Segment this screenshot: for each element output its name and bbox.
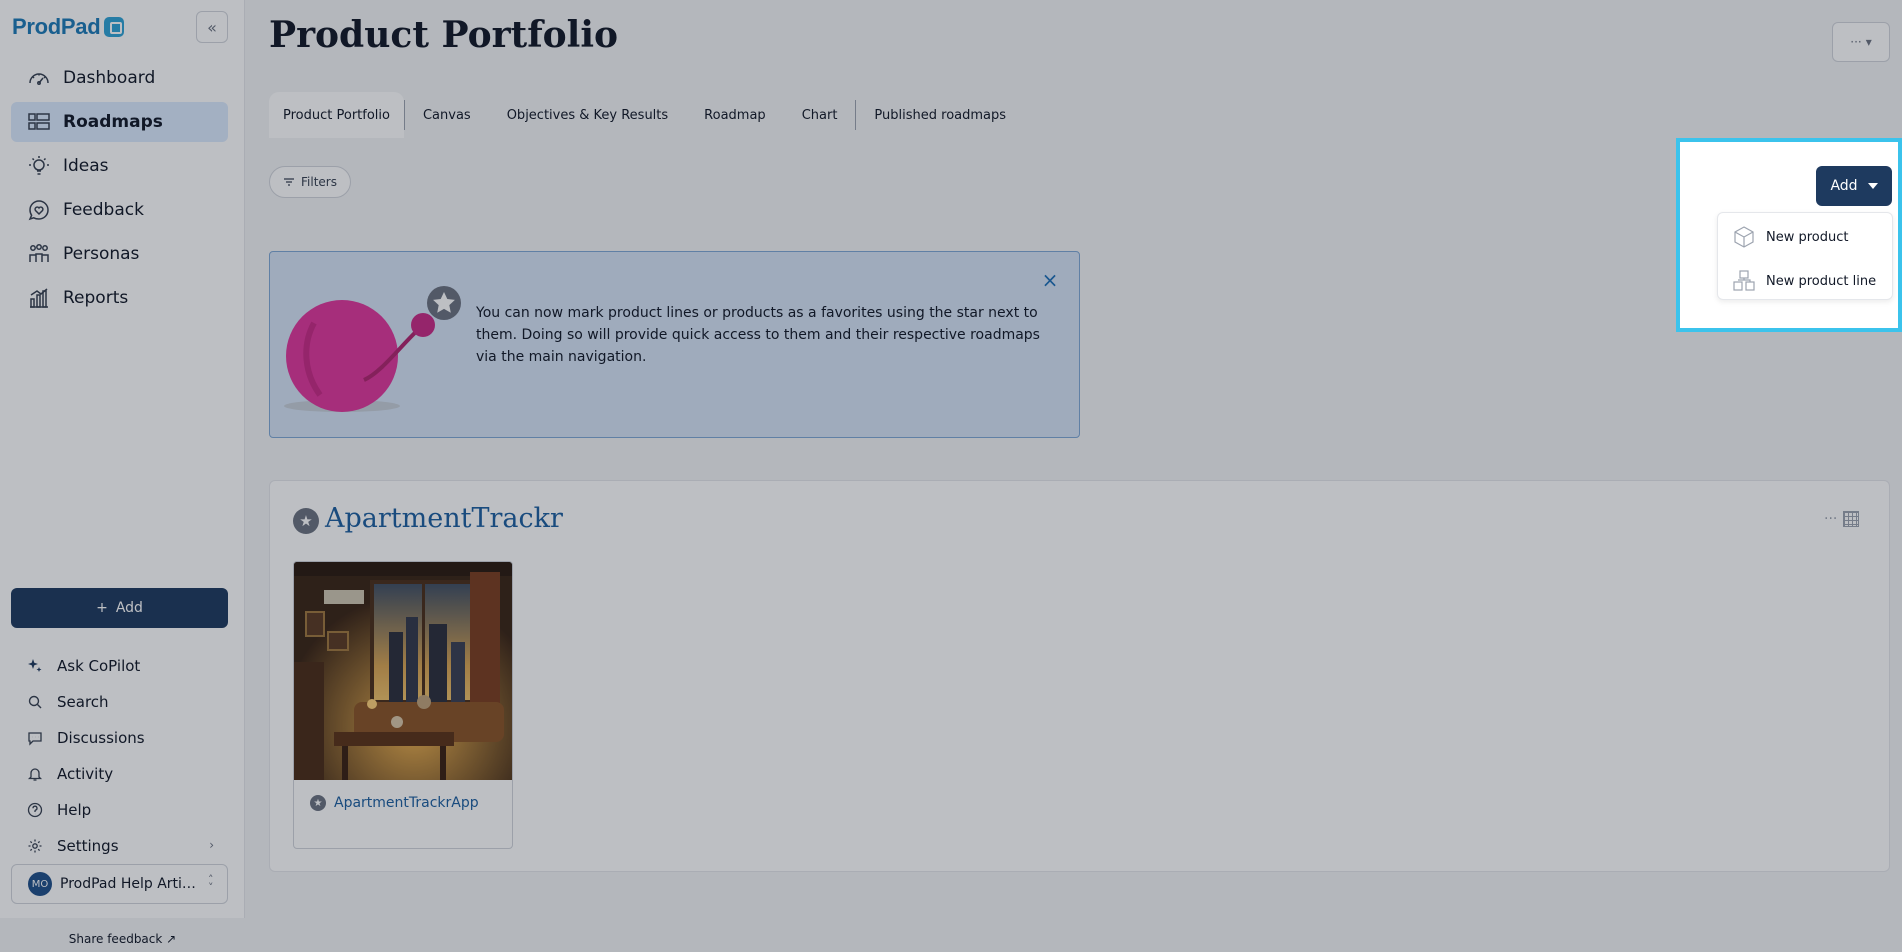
product-line-icon: [1733, 270, 1755, 291]
menu-item-label: New product: [1766, 229, 1849, 245]
caret-down-icon: [1867, 183, 1878, 189]
modal-dim-overlay: [0, 0, 1902, 952]
add-dropdown-button[interactable]: Add: [1816, 166, 1892, 206]
add-dropdown-menu: New product New product line: [1717, 212, 1893, 300]
menu-item-new-product[interactable]: New product: [1718, 217, 1892, 257]
product-box-icon: [1734, 226, 1754, 248]
add-button-label: Add: [1830, 178, 1858, 194]
menu-item-new-product-line[interactable]: New product line: [1718, 261, 1892, 301]
add-dropdown-spotlight: Add New product New product line: [1676, 138, 1902, 332]
menu-item-label: New product line: [1766, 273, 1877, 289]
